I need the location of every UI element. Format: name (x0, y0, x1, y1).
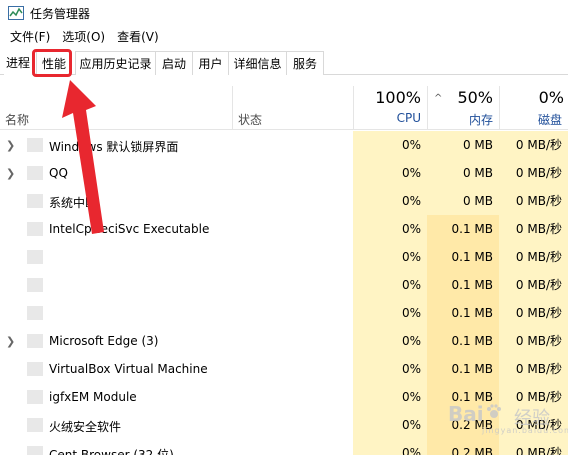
process-memory: 0 MB (427, 131, 499, 159)
process-icon (27, 362, 43, 376)
process-icon (27, 250, 43, 264)
memory-total-percent: 50% (457, 88, 493, 107)
process-icon (27, 138, 43, 152)
window-title: 任务管理器 (30, 6, 91, 21)
expand-chevron-icon[interactable]: ❯ (6, 167, 15, 180)
process-icon (27, 166, 43, 180)
table-row[interactable]: VirtualBox Virtual Machine 0% 0.1 MB 0 M… (0, 355, 568, 383)
process-icon (27, 306, 43, 320)
process-memory: 0.1 MB (427, 299, 499, 327)
process-cpu: 0% (353, 271, 427, 299)
process-cpu: 0% (353, 215, 427, 243)
process-cpu: 0% (353, 187, 427, 215)
process-name: igfxEM Module (49, 390, 137, 404)
process-name: Microsoft Edge (3) (49, 334, 159, 348)
process-cpu: 0% (353, 355, 427, 383)
process-name: QQ (49, 166, 68, 180)
process-memory: 0 MB (427, 187, 499, 215)
column-header: 名称 状态 100% CPU ^ 50% 内存 0% 磁盘 (0, 86, 568, 130)
process-cpu: 0% (353, 411, 427, 439)
performance-tab-highlight (32, 49, 72, 77)
process-disk: 0 MB/秒 (499, 271, 568, 299)
paw-icon (487, 404, 501, 418)
menu-file[interactable]: 文件(F) (4, 27, 56, 47)
process-cpu: 0% (353, 383, 427, 411)
process-name: VirtualBox Virtual Machine (49, 362, 208, 376)
process-name: 系统中断 (49, 196, 98, 210)
column-cpu[interactable]: 100% CPU (353, 86, 427, 130)
process-name: IntelCpHeciSvc Executable (49, 222, 210, 236)
process-cpu: 0% (353, 299, 427, 327)
table-row[interactable]: 系统中断 0% 0 MB 0 MB/秒 (0, 187, 568, 215)
tab-startup[interactable]: 启动 (155, 51, 193, 75)
process-disk: 0 MB/秒 (499, 187, 568, 215)
menu-options[interactable]: 选项(O) (56, 27, 111, 47)
process-memory: 0.1 MB (427, 243, 499, 271)
memory-label: 内存 (468, 113, 493, 127)
table-row[interactable]: ❯ QQ 0% 0 MB 0 MB/秒 (0, 159, 568, 187)
table-row[interactable]: Cent Browser (32 位) 0% 0.2 MB 0 MB/秒 (0, 439, 568, 455)
process-memory: 0.2 MB (427, 439, 499, 455)
process-icon (27, 446, 43, 455)
table-row[interactable]: 0% 0.1 MB 0 MB/秒 (0, 243, 568, 271)
process-disk: 0 MB/秒 (499, 299, 568, 327)
table-row[interactable]: IntelCpHeciSvc Executable 0% 0.1 MB 0 MB… (0, 215, 568, 243)
process-icon (27, 390, 43, 404)
process-icon (27, 334, 43, 348)
tab-app-history[interactable]: 应用历史记录 (75, 51, 156, 75)
process-cpu: 0% (353, 159, 427, 187)
tab-users[interactable]: 用户 (192, 51, 229, 75)
process-disk: 0 MB/秒 (499, 215, 568, 243)
watermark-url: jingyan.baidu.com (482, 426, 568, 435)
table-row[interactable]: ❯ Windows 默认锁屏界面 0% 0 MB 0 MB/秒 (0, 131, 568, 159)
expand-chevron-icon[interactable]: ❯ (6, 139, 15, 152)
disk-total-percent: 0% (538, 88, 564, 107)
tab-details[interactable]: 详细信息 (228, 51, 287, 75)
process-disk: 0 MB/秒 (499, 439, 568, 455)
column-status[interactable]: 状态 (238, 111, 262, 128)
column-memory[interactable]: 50% 内存 (427, 86, 499, 130)
expand-chevron-icon[interactable]: ❯ (6, 335, 15, 348)
process-cpu: 0% (353, 439, 427, 455)
tab-services[interactable]: 服务 (286, 51, 324, 75)
process-icon (27, 278, 43, 292)
watermark-logo: Bai (448, 402, 484, 426)
process-icon (27, 418, 43, 432)
process-disk: 0 MB/秒 (499, 131, 568, 159)
process-name: Cent Browser (32 位) (49, 448, 174, 455)
cpu-label: CPU (396, 111, 421, 125)
task-manager-icon (8, 6, 24, 20)
menu-bar: 文件(F) 选项(O) 查看(V) (0, 27, 568, 47)
tab-processes[interactable]: 进程 (4, 51, 32, 75)
process-memory: 0.1 MB (427, 271, 499, 299)
title-bar: 任务管理器 (0, 0, 568, 26)
process-memory: 0.1 MB (427, 355, 499, 383)
table-row[interactable]: ❯ Microsoft Edge (3) 0% 0.1 MB 0 MB/秒 (0, 327, 568, 355)
process-cpu: 0% (353, 327, 427, 355)
process-cpu: 0% (353, 243, 427, 271)
process-disk: 0 MB/秒 (499, 159, 568, 187)
process-name: Windows 默认锁屏界面 (49, 140, 179, 154)
watermark: Bai 经验 jingyan.baidu.com (448, 400, 568, 440)
process-cpu: 0% (353, 131, 427, 159)
process-disk: 0 MB/秒 (499, 327, 568, 355)
menu-view[interactable]: 查看(V) (111, 27, 165, 47)
process-memory: 0.1 MB (427, 215, 499, 243)
tab-bar: 进程 性能 应用历史记录 启动 用户 详细信息 服务 (0, 51, 568, 75)
process-disk: 0 MB/秒 (499, 355, 568, 383)
column-name[interactable]: 名称 (5, 111, 29, 128)
process-name: 火绒安全软件 (49, 420, 122, 434)
process-disk: 0 MB/秒 (499, 243, 568, 271)
cpu-total-percent: 100% (375, 88, 421, 107)
column-disk[interactable]: 0% 磁盘 (499, 86, 568, 130)
disk-label: 磁盘 (537, 113, 562, 127)
process-memory: 0 MB (427, 159, 499, 187)
process-memory: 0.1 MB (427, 327, 499, 355)
table-row[interactable]: 0% 0.1 MB 0 MB/秒 (0, 299, 568, 327)
process-icon (27, 194, 43, 208)
table-row[interactable]: 0% 0.1 MB 0 MB/秒 (0, 271, 568, 299)
process-icon (27, 222, 43, 236)
